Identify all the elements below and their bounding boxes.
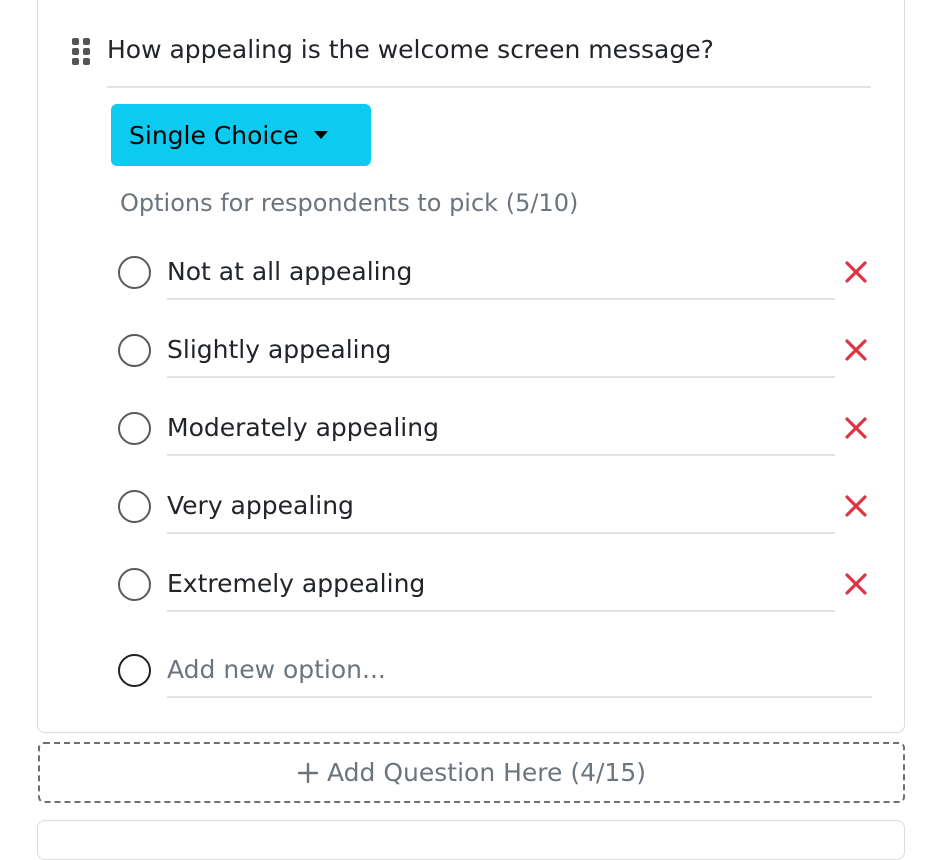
option-row xyxy=(118,318,878,380)
radio-button[interactable] xyxy=(118,568,151,601)
new-option-row xyxy=(118,638,878,700)
next-question-card xyxy=(37,820,905,860)
option-row xyxy=(118,240,878,302)
question-title[interactable]: How appealing is the welcome screen mess… xyxy=(107,30,714,70)
plus-icon xyxy=(297,762,319,784)
caret-down-icon xyxy=(314,131,329,139)
option-input[interactable] xyxy=(167,400,835,456)
option-input[interactable] xyxy=(167,244,835,300)
add-question-button[interactable]: Add Question Here (4/15) xyxy=(38,742,905,803)
close-icon[interactable] xyxy=(844,260,868,284)
question-type-label: Single Choice xyxy=(129,120,299,150)
radio-button[interactable] xyxy=(118,490,151,523)
new-option-input[interactable] xyxy=(167,642,872,698)
option-row xyxy=(118,474,878,536)
question-type-dropdown[interactable]: Single Choice xyxy=(111,104,371,166)
option-input[interactable] xyxy=(167,478,835,534)
close-icon[interactable] xyxy=(844,572,868,596)
radio-button[interactable] xyxy=(118,256,151,289)
title-divider xyxy=(107,86,871,88)
close-icon[interactable] xyxy=(844,338,868,362)
grip-vertical-icon[interactable] xyxy=(70,37,92,65)
option-input[interactable] xyxy=(167,322,835,378)
options-hint: Options for respondents to pick (5/10) xyxy=(120,189,579,217)
close-icon[interactable] xyxy=(844,416,868,440)
radio-button[interactable] xyxy=(118,334,151,367)
option-row xyxy=(118,552,878,614)
add-question-label: Add Question Here (4/15) xyxy=(327,758,646,787)
close-icon[interactable] xyxy=(844,494,868,518)
radio-button[interactable] xyxy=(118,412,151,445)
radio-button[interactable] xyxy=(118,654,151,687)
option-row xyxy=(118,396,878,458)
option-input[interactable] xyxy=(167,556,835,612)
